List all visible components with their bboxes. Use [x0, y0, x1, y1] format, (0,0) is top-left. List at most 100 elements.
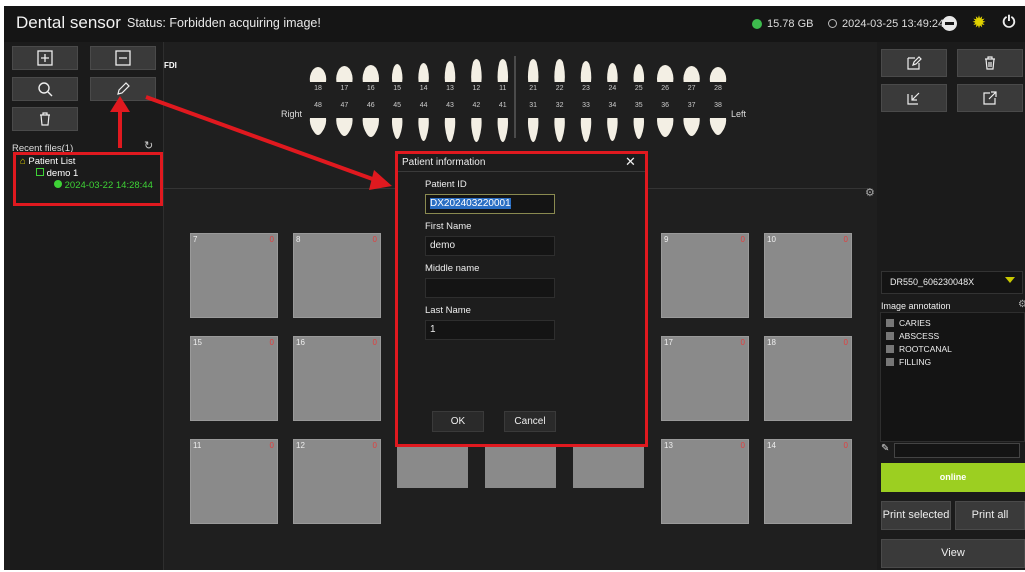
lower-tooth-41[interactable] — [497, 118, 509, 142]
tree-patient[interactable]: demo 1 — [36, 168, 78, 179]
lower-tooth-33[interactable] — [580, 118, 592, 142]
lower-tooth-45[interactable] — [391, 118, 403, 139]
annotation-list: CARIES ABSCESS ROOTCANAL FILLING — [880, 312, 1025, 442]
remove-button[interactable] — [90, 46, 156, 70]
minimize-button[interactable] — [942, 16, 957, 31]
lower-tooth-31[interactable] — [527, 118, 539, 142]
cancel-button[interactable]: Cancel — [504, 411, 556, 432]
image-slot-11[interactable]: 11 0 — [190, 439, 278, 524]
upper-tooth-18[interactable] — [309, 67, 327, 82]
layout-gear-icon[interactable]: ⚙ — [865, 186, 875, 199]
upper-tooth-14[interactable] — [418, 63, 429, 82]
clock-icon — [828, 19, 837, 28]
lower-tooth-43[interactable] — [444, 118, 456, 142]
upper-tooth-15[interactable] — [391, 64, 403, 82]
annotation-rootcanal[interactable]: ROOTCANAL — [886, 344, 952, 354]
lower-tooth-32[interactable] — [554, 118, 565, 142]
upper-tooth-26[interactable] — [656, 65, 674, 82]
edit-patient-button[interactable] — [90, 77, 156, 101]
upper-tooth-27[interactable] — [683, 66, 700, 82]
power-icon[interactable]: ⏻ — [1000, 14, 1018, 32]
add-button[interactable] — [12, 46, 78, 70]
annotation-caries[interactable]: CARIES — [886, 318, 931, 328]
first-name-field[interactable]: demo — [425, 236, 555, 256]
lower-tooth-35[interactable] — [633, 118, 645, 139]
image-slot-7[interactable]: 70 — [190, 233, 278, 318]
annotation-input[interactable] — [894, 443, 1020, 458]
import-button[interactable] — [881, 84, 947, 112]
lower-tooth-number: 47 — [340, 102, 349, 109]
checkbox-icon[interactable] — [886, 358, 894, 366]
lower-teeth[interactable] — [309, 118, 727, 142]
pencil-icon — [117, 82, 130, 95]
upper-tooth-21[interactable] — [527, 59, 539, 82]
lower-tooth-46[interactable] — [362, 118, 379, 137]
upper-tooth-22[interactable] — [554, 59, 565, 82]
image-slot-18[interactable]: 18 0 — [764, 336, 852, 421]
upper-tooth-28[interactable] — [709, 67, 727, 82]
lower-tooth-37[interactable] — [683, 118, 700, 136]
left-side-label: Left — [731, 109, 747, 119]
upper-tooth-number: 24 — [608, 85, 617, 92]
session-clock-icon — [54, 180, 62, 188]
upper-tooth-11[interactable] — [497, 59, 509, 82]
device-select[interactable]: DR550_606230048X — [881, 271, 1023, 294]
chevron-down-icon[interactable] — [1005, 277, 1015, 283]
image-slot-12[interactable]: 12 0 — [293, 439, 381, 524]
image-slot-14[interactable]: 14 0 — [764, 439, 852, 524]
print-all-button[interactable]: Print all — [955, 501, 1025, 530]
upper-tooth-17[interactable] — [336, 66, 353, 82]
lower-tooth-44[interactable] — [418, 118, 429, 141]
annotation-pencil-icon[interactable]: ✎ — [881, 443, 889, 454]
image-slot-17[interactable]: 17 0 — [661, 336, 749, 421]
search-button[interactable] — [12, 77, 78, 101]
upper-tooth-23[interactable] — [580, 61, 592, 82]
checkbox-icon[interactable] — [886, 345, 894, 353]
lower-tooth-48[interactable] — [309, 118, 327, 135]
middle-name-label: Middle name — [425, 263, 480, 274]
image-slot-blank-1[interactable] — [397, 441, 468, 488]
view-button[interactable]: View — [881, 539, 1025, 568]
settings-gear-icon[interactable]: ✹ — [970, 14, 988, 32]
image-slot-blank-2[interactable] — [485, 441, 556, 488]
lower-tooth-34[interactable] — [607, 118, 618, 141]
image-slot-blank-3[interactable] — [573, 441, 644, 488]
annotation-abscess[interactable]: ABSCESS — [886, 331, 939, 341]
image-slot-9[interactable]: 90 — [661, 233, 749, 318]
last-name-field[interactable]: 1 — [425, 320, 555, 340]
image-slot-13[interactable]: 13 0 — [661, 439, 749, 524]
upper-teeth[interactable] — [309, 59, 727, 82]
upper-tooth-24[interactable] — [607, 63, 618, 82]
lower-tooth-36[interactable] — [657, 118, 674, 137]
delete-image-button[interactable] — [957, 49, 1023, 77]
edit-note-button[interactable] — [881, 49, 947, 77]
lower-tooth-42[interactable] — [471, 118, 482, 142]
tree-session[interactable]: 2024-03-22 14:28:44 — [54, 180, 153, 191]
print-selected-button[interactable]: Print selected — [881, 501, 951, 530]
upper-tooth-16[interactable] — [362, 65, 380, 82]
annotation-filling[interactable]: FILLING — [886, 357, 931, 367]
ok-button[interactable]: OK — [432, 411, 484, 432]
checkbox-icon[interactable] — [886, 332, 894, 340]
upper-tooth-25[interactable] — [633, 64, 645, 82]
upper-tooth-number: 21 — [529, 85, 538, 92]
annotation-gear-icon[interactable]: ⚙ — [1018, 299, 1025, 310]
image-slot-10[interactable]: 10 0 — [764, 233, 852, 318]
middle-name-field[interactable] — [425, 278, 555, 298]
lower-tooth-47[interactable] — [336, 118, 353, 136]
online-button[interactable]: online — [881, 463, 1025, 492]
close-icon[interactable]: ✕ — [625, 154, 636, 170]
image-slot-16[interactable]: 16 0 — [293, 336, 381, 421]
lower-tooth-number: 41 — [498, 102, 507, 109]
export-button[interactable] — [957, 84, 1023, 112]
upper-tooth-13[interactable] — [444, 61, 456, 82]
tree-root[interactable]: ⌂ Patient List — [20, 156, 75, 167]
upper-tooth-12[interactable] — [471, 59, 482, 82]
delete-button[interactable] — [12, 107, 78, 131]
refresh-icon[interactable]: ↻ — [144, 139, 153, 152]
checkbox-icon[interactable] — [886, 319, 894, 327]
patient-id-field[interactable]: DX202403220001 — [425, 194, 555, 214]
image-slot-8[interactable]: 80 — [293, 233, 381, 318]
lower-tooth-38[interactable] — [709, 118, 727, 135]
image-slot-15[interactable]: 15 0 — [190, 336, 278, 421]
